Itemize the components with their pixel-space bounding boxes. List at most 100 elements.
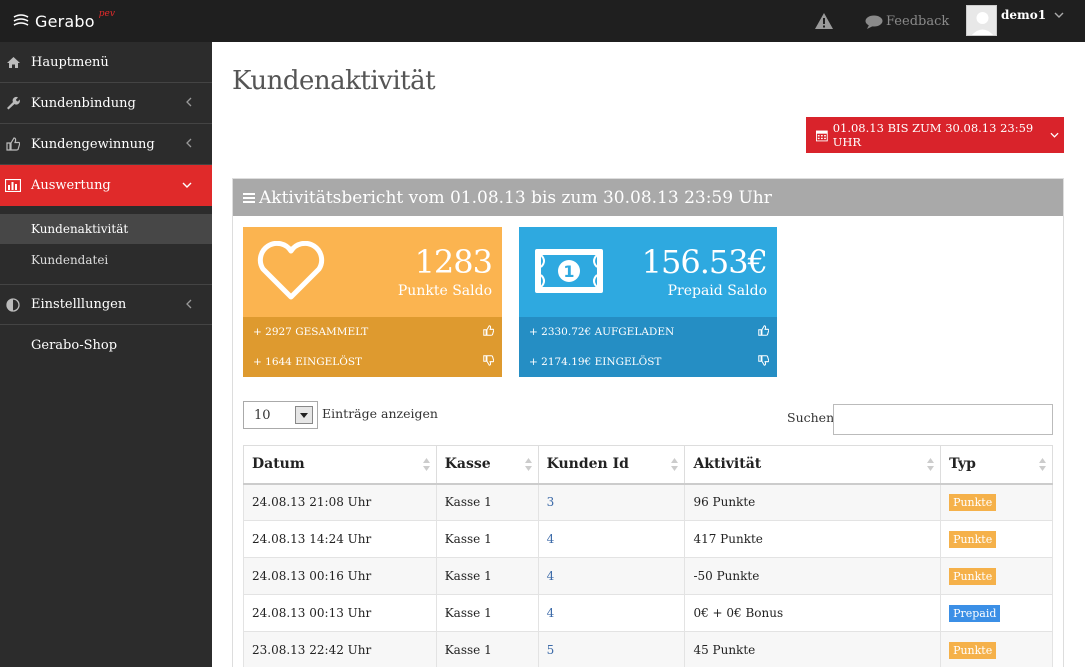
- table-row: 24.08.13 14:24 Uhr Kasse 1 4 417 Punkte …: [243, 520, 1053, 558]
- stat-prepaid-bottom: + 2330.72€ AUFGELADEN + 2174.19€ EINGELÖ…: [519, 317, 777, 377]
- chevron-left-icon: [186, 299, 192, 309]
- adjust-icon: [5, 297, 21, 313]
- sidebar-item-label: Auswertung: [31, 178, 111, 193]
- sidebar-item-hauptmenue[interactable]: Hauptmenü: [0, 42, 212, 83]
- points-collected: + 2927 GESAMMELT: [253, 326, 369, 338]
- chevron-down-icon: [1050, 132, 1059, 138]
- search-input[interactable]: [833, 404, 1053, 435]
- points-value: 1283: [414, 243, 493, 281]
- thumbs-down-icon: [483, 355, 494, 366]
- column-header-datum[interactable]: Datum: [243, 445, 437, 485]
- sidebar-item-gerabo-shop[interactable]: Gerabo-Shop: [0, 325, 212, 366]
- sidebar-subitem-label: Kundenaktivität: [31, 222, 129, 236]
- list-icon: [243, 193, 255, 203]
- cell-kunden-id-link[interactable]: 3: [537, 483, 686, 521]
- chevron-down-icon: [1054, 12, 1064, 18]
- points-label: Punkte Saldo: [397, 283, 492, 299]
- type-badge: Punkte: [949, 530, 997, 548]
- prepaid-loaded: + 2330.72€ AUFGELADEN: [529, 326, 675, 338]
- warning-icon[interactable]: [814, 12, 834, 30]
- cell-kunden-id-link[interactable]: 4: [537, 594, 686, 632]
- table-row: 23.08.13 22:42 Uhr Kasse 1 5 45 Punkte P…: [243, 631, 1053, 667]
- table-row: 24.08.13 00:13 Uhr Kasse 1 4 0€ + 0€ Bon…: [243, 594, 1053, 632]
- sidebar-item-label: Einstelllungen: [31, 297, 127, 312]
- page-length-value: 10: [254, 407, 271, 423]
- type-badge: Punkte: [949, 567, 997, 585]
- sidebar-item-einstellungen[interactable]: Einstelllungen: [0, 284, 212, 325]
- activity-table: Datum Kasse Kunden Id Aktivität Typ 24.0…: [243, 445, 1053, 667]
- comment-icon: [865, 15, 883, 29]
- sidebar: Hauptmenü Kundenbindung Kundengewinnung …: [0, 42, 212, 667]
- cell-kasse: Kasse 1: [435, 631, 539, 667]
- money-icon: 1: [535, 249, 603, 293]
- column-label: Typ: [949, 456, 976, 473]
- cell-aktivitaet: -50 Punkte: [684, 557, 942, 595]
- table-header-row: Datum Kasse Kunden Id Aktivität Typ: [243, 445, 1053, 485]
- cell-aktivitaet: 45 Punkte: [684, 631, 942, 667]
- cell-kasse: Kasse 1: [435, 594, 539, 632]
- blank-icon: [5, 338, 21, 354]
- column-label: Kunden Id: [546, 456, 629, 473]
- cell-aktivitaet: 417 Punkte: [684, 520, 942, 558]
- brand[interactable]: Gerabo pev: [12, 9, 115, 32]
- sidebar-subitem-kundendatei[interactable]: Kundendatei: [0, 245, 212, 275]
- stat-points: 1283 Punkte Saldo + 2927 GESAMMELT + 164…: [243, 227, 502, 377]
- gerabo-logo-icon: [13, 14, 29, 26]
- cell-kasse: Kasse 1: [435, 483, 539, 521]
- thumbs-up-icon: [758, 325, 769, 336]
- sort-icon: [422, 458, 430, 471]
- stat-points-top: 1283 Punkte Saldo: [243, 227, 502, 317]
- cell-aktivitaet: 0€ + 0€ Bonus: [684, 594, 942, 632]
- top-navbar: Gerabo pev Feedback demo1: [0, 0, 1085, 42]
- cell-datum: 24.08.13 00:13 Uhr: [243, 594, 437, 632]
- column-label: Aktivität: [693, 456, 762, 473]
- column-label: Kasse: [444, 456, 491, 473]
- brand-sup: pev: [98, 9, 115, 19]
- table-row: 24.08.13 00:16 Uhr Kasse 1 4 -50 Punkte …: [243, 557, 1053, 595]
- user-name: demo1: [1001, 7, 1047, 22]
- date-range-button[interactable]: 01.08.13 BIS ZUM 30.08.13 23:59 UHR: [806, 117, 1064, 153]
- cell-datum: 23.08.13 22:42 Uhr: [243, 631, 437, 667]
- cell-datum: 24.08.13 14:24 Uhr: [243, 520, 437, 558]
- cell-datum: 24.08.13 21:08 Uhr: [243, 483, 437, 521]
- avatar: [966, 5, 997, 36]
- column-header-aktivitaet[interactable]: Aktivität: [684, 445, 942, 485]
- cell-typ: Punkte: [940, 483, 1053, 521]
- page-title: Kundenaktivität: [232, 66, 436, 96]
- report-panel: Aktivitätsbericht vom 01.08.13 bis zum 3…: [232, 178, 1064, 667]
- sidebar-item-kundenbindung[interactable]: Kundenbindung: [0, 83, 212, 124]
- svg-text:1: 1: [563, 262, 574, 281]
- sidebar-subitem-kundenaktivitaet[interactable]: Kundenaktivität: [0, 214, 212, 244]
- type-badge: Punkte: [949, 493, 997, 511]
- sort-icon: [927, 458, 935, 471]
- cell-typ: Prepaid: [940, 594, 1053, 632]
- cell-typ: Punkte: [940, 557, 1053, 595]
- calendar-icon: [816, 130, 828, 141]
- feedback-label: Feedback: [886, 14, 950, 29]
- feedback-link[interactable]: Feedback: [865, 14, 949, 29]
- date-range-label: 01.08.13 BIS ZUM 30.08.13 23:59 UHR: [832, 121, 1034, 149]
- cell-typ: Punkte: [940, 520, 1053, 558]
- user-menu[interactable]: demo1: [966, 5, 1064, 36]
- page-length-select[interactable]: 10: [243, 401, 318, 429]
- heart-icon: [257, 241, 325, 300]
- sidebar-item-auswertung[interactable]: Auswertung: [0, 165, 212, 206]
- column-header-kunden-id[interactable]: Kunden Id: [537, 445, 686, 485]
- dropdown-arrow-icon: [295, 406, 313, 424]
- report-title: Aktivitätsbericht vom 01.08.13 bis zum 3…: [259, 187, 772, 208]
- column-header-kasse[interactable]: Kasse: [435, 445, 539, 485]
- sidebar-subitem-label: Kundendatei: [31, 253, 109, 267]
- cell-kunden-id-link[interactable]: 4: [537, 557, 686, 595]
- sort-icon: [524, 458, 532, 471]
- column-header-typ[interactable]: Typ: [940, 445, 1053, 485]
- cell-kunden-id-link[interactable]: 4: [537, 520, 686, 558]
- search-label: Suchen: [787, 410, 835, 425]
- sidebar-item-label: Gerabo-Shop: [31, 338, 118, 353]
- brand-name: Gerabo: [35, 11, 95, 31]
- prepaid-redeemed: + 2174.19€ EINGELÖST: [529, 356, 662, 368]
- sort-icon: [1039, 458, 1046, 471]
- chevron-down-icon: [182, 182, 192, 188]
- cell-kunden-id-link[interactable]: 5: [537, 631, 686, 667]
- sidebar-item-kundengewinnung[interactable]: Kundengewinnung: [0, 124, 212, 165]
- report-header: Aktivitätsbericht vom 01.08.13 bis zum 3…: [233, 179, 1063, 216]
